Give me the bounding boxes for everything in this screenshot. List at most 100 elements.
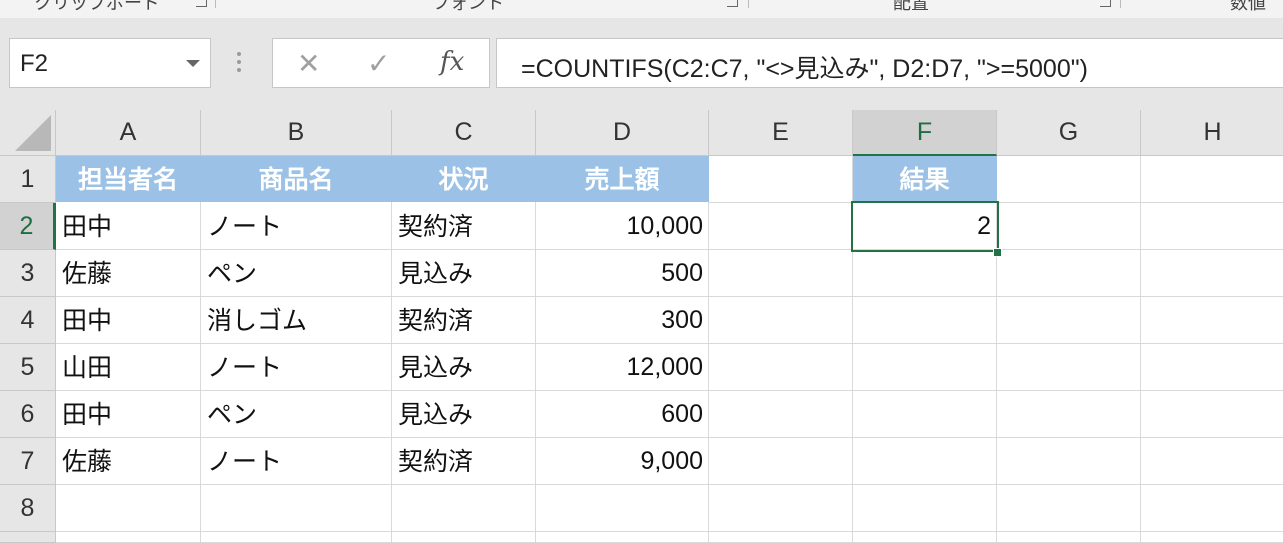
cell[interactable] [201, 485, 392, 532]
cell[interactable] [709, 203, 853, 250]
alignment-launcher-icon[interactable] [1100, 0, 1111, 7]
row-header-4[interactable]: 4 [0, 297, 56, 344]
table-data-cell[interactable]: 消しゴム [201, 297, 392, 344]
table-header-cell[interactable]: 商品名 [201, 156, 392, 203]
worksheet-grid[interactable]: A B C D E F G H 1 2 3 4 5 6 7 8 担当者名 商品名状… [0, 110, 1283, 543]
cell[interactable] [997, 297, 1141, 344]
cell[interactable] [709, 438, 853, 485]
cell[interactable] [853, 532, 997, 543]
table-data-cell[interactable]: 9,000 [536, 438, 709, 485]
row-header-6[interactable]: 6 [0, 391, 56, 438]
cell[interactable] [1141, 532, 1283, 543]
result-header-cell[interactable]: 結果 [853, 156, 997, 203]
table-data-cell[interactable]: 見込み [392, 344, 536, 391]
row-header-3[interactable]: 3 [0, 250, 56, 297]
table-data-cell[interactable]: ノート [201, 344, 392, 391]
row-header-8[interactable]: 8 [0, 485, 56, 532]
cell[interactable] [853, 485, 997, 532]
column-header-f[interactable]: F [853, 110, 997, 156]
cell[interactable] [709, 250, 853, 297]
cell[interactable] [997, 156, 1141, 203]
column-header-c[interactable]: C [392, 110, 536, 156]
cell[interactable] [709, 344, 853, 391]
table-data-cell[interactable]: 12,000 [536, 344, 709, 391]
cell[interactable] [1141, 156, 1283, 203]
table-header-cell[interactable]: 状況 [392, 156, 536, 203]
cell[interactable] [1141, 485, 1283, 532]
table-data-cell[interactable]: 10,000 [536, 203, 709, 250]
fill-handle[interactable] [993, 248, 1002, 257]
cell[interactable] [853, 297, 997, 344]
row-header-7[interactable]: 7 [0, 438, 56, 485]
cell[interactable] [997, 532, 1141, 543]
cell[interactable] [1141, 438, 1283, 485]
column-header-d[interactable]: D [536, 110, 709, 156]
row-header-9[interactable] [0, 532, 56, 543]
row-header-1[interactable]: 1 [0, 156, 56, 203]
table-data-cell[interactable]: 山田 [56, 344, 201, 391]
cell[interactable] [1141, 203, 1283, 250]
cell[interactable] [997, 344, 1141, 391]
cell[interactable] [536, 485, 709, 532]
cell[interactable] [997, 203, 1141, 250]
cell[interactable] [392, 485, 536, 532]
cell[interactable] [709, 532, 853, 543]
select-all-button[interactable] [0, 110, 56, 156]
table-header-cell[interactable]: 売上額 [536, 156, 709, 203]
cell[interactable] [709, 485, 853, 532]
table-data-cell[interactable]: 佐藤 [56, 250, 201, 297]
cell[interactable] [56, 485, 201, 532]
column-header-b[interactable]: B [201, 110, 392, 156]
font-launcher-icon[interactable] [727, 0, 738, 7]
table-data-cell[interactable]: 佐藤 [56, 438, 201, 485]
table-data-cell[interactable]: 契約済 [392, 297, 536, 344]
cell[interactable] [709, 391, 853, 438]
table-data-cell[interactable]: 500 [536, 250, 709, 297]
cell[interactable] [997, 250, 1141, 297]
table-data-cell[interactable]: 600 [536, 391, 709, 438]
cancel-icon[interactable]: ✕ [297, 47, 320, 80]
insert-function-icon[interactable]: fx [440, 47, 464, 77]
cell[interactable] [997, 391, 1141, 438]
table-data-cell[interactable]: 契約済 [392, 203, 536, 250]
table-data-cell[interactable]: ノート [201, 438, 392, 485]
cell[interactable] [201, 532, 392, 543]
cell[interactable] [997, 485, 1141, 532]
table-data-cell[interactable]: 見込み [392, 250, 536, 297]
row-header-2[interactable]: 2 [0, 203, 56, 250]
column-header-h[interactable]: H [1141, 110, 1283, 156]
table-data-cell[interactable]: 田中 [56, 297, 201, 344]
table-data-cell[interactable]: 契約済 [392, 438, 536, 485]
cell[interactable] [709, 156, 853, 203]
cell[interactable] [853, 391, 997, 438]
table-data-cell[interactable]: 見込み [392, 391, 536, 438]
table-data-cell[interactable]: 田中 [56, 203, 201, 250]
clipboard-launcher-icon[interactable] [196, 0, 207, 7]
table-data-cell[interactable]: 300 [536, 297, 709, 344]
column-header-a[interactable]: A [56, 110, 201, 156]
column-header-e[interactable]: E [709, 110, 853, 156]
cell[interactable] [853, 344, 997, 391]
cell[interactable] [997, 438, 1141, 485]
table-header-cell[interactable]: 担当者名 [56, 156, 201, 203]
cell[interactable] [853, 250, 997, 297]
column-header-g[interactable]: G [997, 110, 1141, 156]
row-header-5[interactable]: 5 [0, 344, 56, 391]
cell[interactable] [536, 532, 709, 543]
resize-handle-icon[interactable] [237, 52, 241, 76]
name-box[interactable]: F2 [9, 38, 211, 88]
table-data-cell[interactable]: ペン [201, 250, 392, 297]
cell[interactable] [56, 532, 201, 543]
cell[interactable] [709, 297, 853, 344]
cell[interactable] [853, 438, 997, 485]
cell[interactable] [1141, 250, 1283, 297]
result-value-cell[interactable]: 2 [853, 203, 997, 250]
enter-icon[interactable]: ✓ [367, 47, 390, 80]
chevron-down-icon[interactable] [186, 60, 200, 67]
cell[interactable] [392, 532, 536, 543]
table-data-cell[interactable]: ペン [201, 391, 392, 438]
cell[interactable] [1141, 344, 1283, 391]
cell[interactable] [1141, 391, 1283, 438]
table-data-cell[interactable]: 田中 [56, 391, 201, 438]
formula-input[interactable]: =COUNTIFS(C2:C7, "<>見込み", D2:D7, ">=5000… [496, 38, 1283, 88]
